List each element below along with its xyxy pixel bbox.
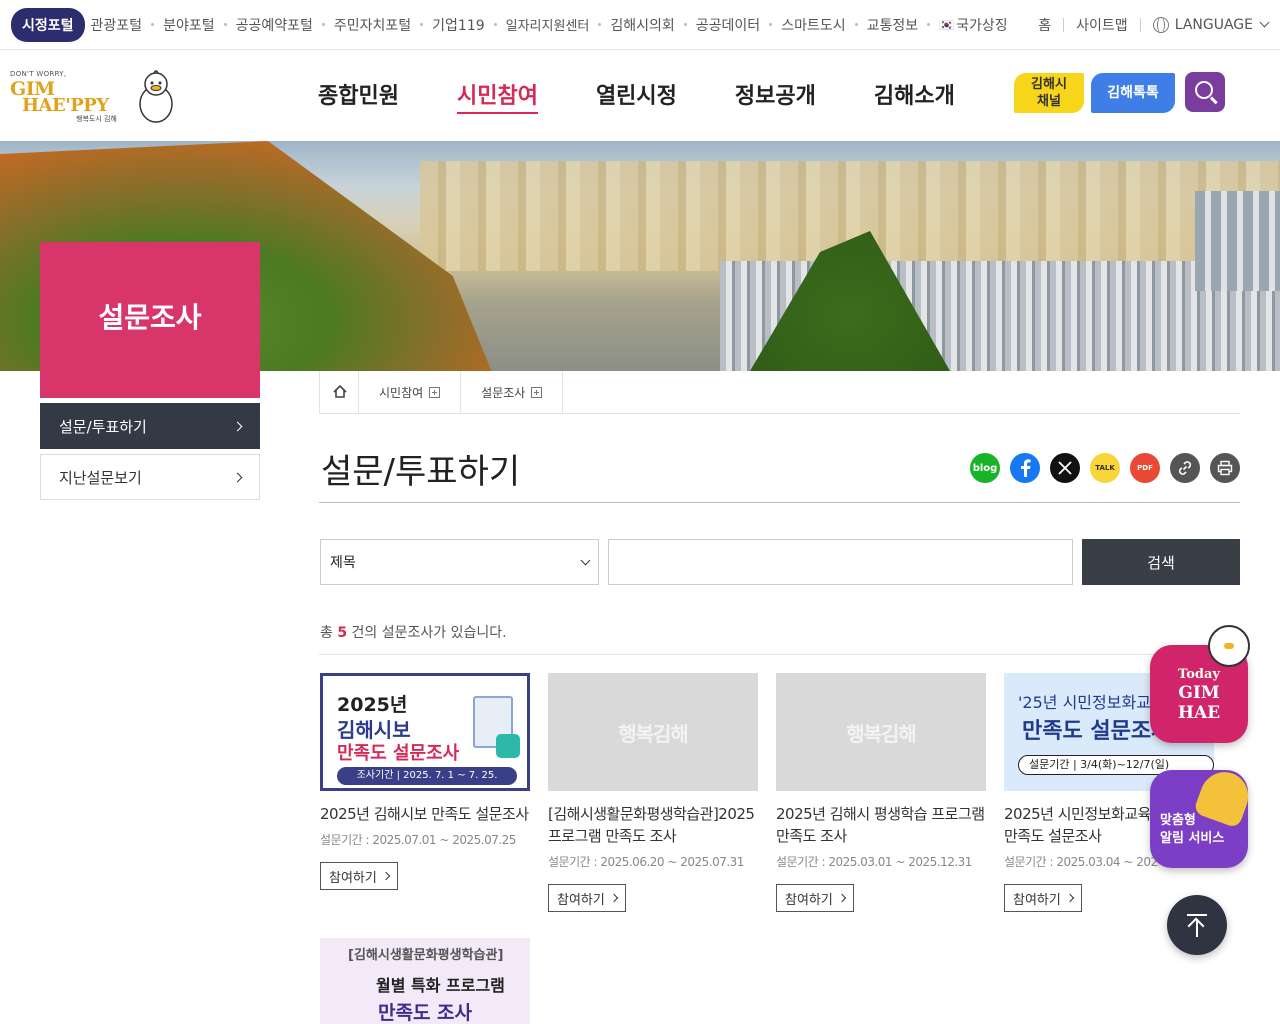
section-title: 설문조사 [40, 242, 260, 398]
share-toolbar: blog TALK PDF [970, 453, 1240, 483]
divider [1139, 17, 1141, 32]
chevron-right-icon [609, 893, 619, 903]
search-icon [1195, 81, 1213, 99]
blog-share-button[interactable]: blog [970, 453, 1000, 483]
breadcrumb-item[interactable]: 시민참여 [359, 371, 462, 414]
facebook-icon [1021, 459, 1031, 477]
expand-icon [531, 387, 543, 398]
page-title: 설문/투표하기 [321, 452, 521, 492]
search-button[interactable] [1185, 72, 1225, 112]
survey-card: [김해시생활문화평생학습관] 월별 특화 프로그램 만족도 조사 [320, 938, 530, 1024]
gimhae-channel-button[interactable]: 김해시 채널 [1014, 73, 1084, 113]
facebook-share-button[interactable] [1010, 453, 1040, 483]
main-navigation: 종합민원 시민참여 열린시정 정보공개 김해소개 [318, 78, 1013, 114]
survey-title[interactable]: 2025년 김해시보 만족도 설문조사 [320, 803, 530, 825]
breadcrumb-home[interactable] [319, 371, 359, 414]
language-selector[interactable]: LANGUAGE [1152, 16, 1270, 33]
participate-button[interactable]: 참여하기 [776, 884, 854, 912]
gimhae-talk-button[interactable]: 김해톡톡 [1091, 73, 1175, 113]
gimhae-watermark-logo: 행복김해 [618, 721, 689, 746]
portal-tab-active[interactable]: 시정포털 [11, 7, 85, 42]
survey-card: 행복김해 2025년 김해시 평생학습 프로그램 만족도 조사 설문기간 : 2… [776, 673, 986, 912]
site-header: DON'T WORRY, GIM HAE'PPY 행복도시 김해 종합민원 시민… [0, 50, 1280, 141]
chevron-right-icon [837, 893, 847, 903]
survey-title[interactable]: [김해시생활문화평생학습관]2025 프로그램 만족도 조사 [548, 803, 758, 847]
portal-link[interactable]: 공공예약포털 [215, 15, 313, 35]
survey-thumbnail[interactable]: [김해시생활문화평생학습관] 월별 특화 프로그램 만족도 조사 [320, 938, 530, 1024]
arrow-up-icon [1187, 917, 1205, 935]
globe-icon [1152, 16, 1169, 33]
chevron-right-icon [1065, 893, 1075, 903]
gnb-about-gimhae[interactable]: 김해소개 [874, 78, 955, 114]
survey-period: 설문기간 : 2025.06.20 ~ 2025.07.31 [548, 855, 744, 869]
search-field-select[interactable]: 제목 [320, 539, 599, 585]
gimhae-logo[interactable]: DON'T WORRY, GIM HAE'PPY 행복도시 김해 [10, 68, 175, 128]
portal-link[interactable]: 분야포털 [142, 15, 215, 35]
portal-link[interactable]: 김해시의회 [589, 15, 675, 35]
survey-thumbnail[interactable]: 행복김해 [548, 673, 758, 791]
portal-link[interactable]: 스마트도시 [760, 15, 846, 35]
survey-card: 2025년 김해시보 만족도 설문조사 조사기간 | 2025. 7. 1 ~ … [320, 673, 530, 890]
scroll-to-top-button[interactable] [1167, 895, 1227, 955]
gimhae-watermark-logo: 행복김해 [846, 721, 917, 746]
portal-link[interactable]: 주민자치포털 [313, 15, 411, 35]
chevron-down-icon [1259, 17, 1270, 28]
chevron-right-icon [232, 472, 243, 482]
kakaotalk-share-button[interactable]: TALK [1090, 453, 1120, 483]
search-input[interactable] [608, 539, 1073, 585]
link-icon [1178, 461, 1192, 475]
expand-icon [429, 387, 441, 398]
portal-link[interactable]: 일자리지원센터 [485, 15, 589, 34]
breadcrumb: 시민참여 설문조사 [319, 371, 1240, 414]
gnb-citizen-participation[interactable]: 시민참여 [456, 78, 538, 114]
home-link[interactable]: 홈 [1038, 15, 1051, 35]
participate-button[interactable]: 참여하기 [548, 884, 626, 912]
side-menu: 설문/투표하기 지난설문보기 [40, 403, 260, 505]
pdf-download-button[interactable]: PDF [1130, 453, 1160, 483]
print-button[interactable] [1210, 453, 1240, 483]
x-share-button[interactable] [1050, 453, 1080, 483]
participate-button[interactable]: 참여하기 [1004, 884, 1082, 912]
portal-bar: 시정포털 관광포털 분야포털 공공예약포털 주민자치포털 기업119 일자리지원… [0, 0, 1280, 50]
gnb-open-administration[interactable]: 열린시정 [596, 78, 677, 114]
search-submit-button[interactable]: 검색 [1082, 539, 1240, 585]
chevron-right-icon [232, 421, 243, 431]
survey-thumbnail[interactable]: 행복김해 [776, 673, 986, 791]
survey-thumbnail[interactable]: 2025년 김해시보 만족도 설문조사 조사기간 | 2025. 7. 1 ~ … [320, 673, 530, 791]
korea-flag-icon: 🇰🇷 [939, 17, 955, 32]
chevron-down-icon [580, 555, 591, 565]
survey-card: 행복김해 [김해시생활문화평생학습관]2025 프로그램 만족도 조사 설문기간… [548, 673, 758, 912]
portal-link[interactable]: 교통정보 [846, 15, 918, 35]
x-icon [1058, 461, 1072, 475]
portal-list: 관광포털 분야포털 공공예약포털 주민자치포털 기업119 일자리지원센터 김해… [91, 15, 1008, 35]
checkmark-icon [496, 734, 520, 758]
side-menu-survey-vote[interactable]: 설문/투표하기 [40, 403, 260, 449]
portal-link[interactable]: 관광포털 [91, 15, 143, 35]
divider [319, 502, 1240, 503]
survey-period: 설문기간 : 2025.07.01 ~ 2025.07.25 [320, 833, 516, 847]
chevron-right-icon [381, 871, 391, 881]
portal-link[interactable]: 공공데이터 [675, 15, 760, 35]
portal-link-national-symbol[interactable]: 🇰🇷 국가상징 [918, 15, 1008, 35]
portal-link[interactable]: 기업119 [411, 15, 485, 35]
side-menu-past-surveys[interactable]: 지난설문보기 [40, 454, 260, 500]
printer-icon [1217, 460, 1233, 476]
survey-title[interactable]: 2025년 김해시 평생학습 프로그램 만족도 조사 [776, 803, 986, 847]
utility-links: 홈 사이트맵 LANGUAGE [1038, 15, 1270, 35]
survey-title[interactable]: 2025년 시민정보화교육 만족도 설문조사 [1004, 803, 1164, 847]
home-icon [333, 385, 347, 398]
divider [319, 654, 1240, 655]
survey-period: 설문기간 : 2025.03.04 ~ 2025.12.31 [1004, 855, 1159, 869]
duck-mascot-icon [139, 70, 173, 123]
gnb-civil-service[interactable]: 종합민원 [318, 78, 399, 114]
result-count: 총 5 건의 설문조사가 있습니다. [320, 625, 507, 641]
copy-link-button[interactable] [1170, 453, 1200, 483]
breadcrumb-item[interactable]: 설문조사 [461, 371, 564, 414]
gnb-information-disclosure[interactable]: 정보공개 [735, 78, 816, 114]
divider [1063, 17, 1065, 32]
participate-button[interactable]: 참여하기 [320, 862, 398, 890]
duck-mascot-icon [1208, 625, 1250, 667]
survey-period: 설문기간 : 2025.03.01 ~ 2025.12.31 [776, 855, 972, 869]
sitemap-link[interactable]: 사이트맵 [1076, 15, 1128, 35]
